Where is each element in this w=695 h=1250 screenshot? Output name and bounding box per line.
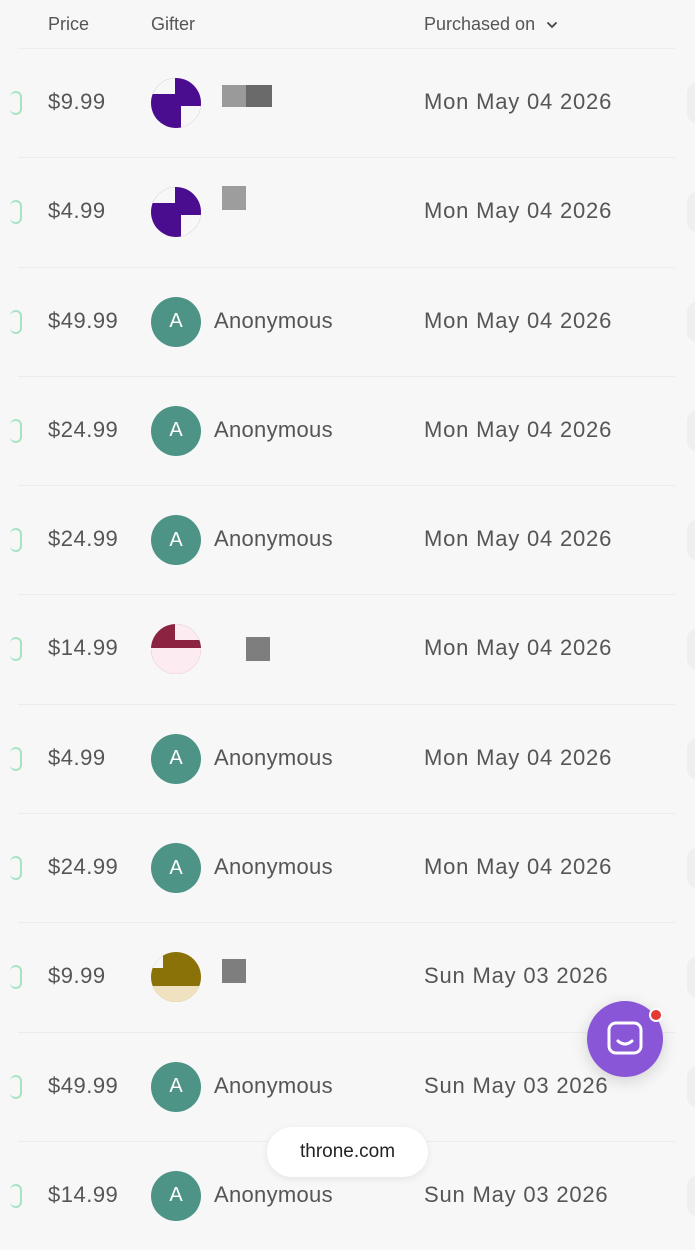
table-row[interactable]: $49.99 A Anonymous Mon May 04 2026 — [10, 266, 695, 376]
domain-label: throne.com — [299, 1141, 396, 1162]
table-row[interactable]: $49.99 A Anonymous Sun May 03 2026 — [10, 1031, 695, 1141]
price-cell: $4.99 — [48, 744, 106, 770]
avatar-initial: A — [169, 528, 183, 551]
table-row[interactable]: $9.99 Sun May 03 2026 — [10, 922, 695, 1031]
purchase-date-cell: Sun May 03 2026 — [424, 1072, 609, 1098]
avatar: A — [151, 296, 201, 347]
avatar-initial: A — [169, 1184, 183, 1207]
status-indicator — [10, 1074, 22, 1099]
status-indicator — [10, 200, 22, 225]
table-row[interactable]: $24.99 A Anonymous Mon May 04 2026 — [10, 813, 695, 922]
row-action-chip[interactable] — [687, 520, 695, 561]
avatar: A — [151, 515, 201, 566]
row-action-chip[interactable] — [687, 1175, 695, 1216]
row-action-chip[interactable] — [687, 83, 695, 123]
gifter-name-redacted — [222, 631, 270, 662]
avatar-initial: A — [169, 856, 183, 879]
gifter-name-redacted — [222, 186, 246, 211]
table-row[interactable]: $4.99 Mon May 04 2026 — [10, 157, 695, 266]
row-action-chip[interactable] — [687, 301, 695, 342]
row-action-chip[interactable] — [687, 192, 695, 233]
column-price-header: Price — [48, 14, 90, 34]
price-cell: $4.99 — [48, 198, 106, 224]
table-row[interactable]: $14.99 Mon May 04 2026 — [10, 594, 695, 703]
purchase-date-cell: Sun May 03 2026 — [424, 1181, 609, 1207]
price-cell: $14.99 — [48, 635, 119, 661]
status-indicator — [10, 1183, 22, 1208]
purchase-date-cell: Mon May 04 2026 — [424, 416, 613, 442]
gifter-name: Anonymous — [214, 1181, 333, 1207]
price-cell: $9.99 — [48, 963, 106, 989]
purchase-date-cell: Sun May 03 2026 — [424, 963, 609, 989]
purchase-date-cell: Mon May 04 2026 — [424, 89, 613, 114]
status-indicator — [10, 528, 22, 553]
status-indicator — [10, 746, 22, 771]
table-row[interactable]: $24.99 A Anonymous Mon May 04 2026 — [10, 375, 695, 485]
row-action-chip[interactable] — [687, 848, 695, 889]
avatar-initial: A — [169, 1075, 183, 1098]
avatar — [151, 624, 201, 675]
status-indicator — [10, 637, 22, 662]
status-indicator — [10, 856, 22, 881]
purchase-date-cell: Mon May 04 2026 — [424, 635, 613, 661]
price-cell: $9.99 — [48, 89, 106, 114]
column-purchased-on-sort[interactable]: Purchased on — [424, 14, 559, 35]
purchase-date-cell: Mon May 04 2026 — [424, 526, 613, 552]
status-indicator — [10, 965, 22, 990]
gifter-name-redacted — [222, 959, 246, 984]
table-header: Price Gifter Purchased on — [0, 0, 695, 48]
gifter-name: Anonymous — [214, 1072, 333, 1098]
price-cell: $14.99 — [48, 1181, 119, 1207]
purchase-date-cell: Mon May 04 2026 — [424, 307, 613, 333]
avatar: A — [151, 733, 201, 784]
gifter-name-redacted — [222, 85, 272, 107]
avatar: A — [151, 1061, 201, 1112]
avatar-initial: A — [169, 310, 183, 333]
gifter-name: Anonymous — [214, 416, 333, 442]
gifter-name: Anonymous — [214, 307, 333, 333]
status-indicator — [10, 309, 22, 334]
column-purchased-on-label: Purchased on — [424, 14, 536, 34]
chevron-down-icon — [547, 21, 557, 28]
table-row[interactable]: $24.99 A Anonymous Mon May 04 2026 — [10, 485, 695, 594]
notification-dot — [649, 1008, 663, 1022]
row-action-chip[interactable] — [687, 629, 695, 670]
gifter-name: Anonymous — [214, 854, 333, 880]
price-cell: $49.99 — [48, 1072, 119, 1098]
purchase-date-cell: Mon May 04 2026 — [424, 198, 613, 224]
table-row[interactable]: $9.99 Mon May 04 2026 — [10, 48, 695, 157]
gifter-name: Anonymous — [214, 526, 333, 552]
purchase-date-cell: Mon May 04 2026 — [424, 854, 613, 880]
domain-pill[interactable]: throne.com — [267, 1127, 428, 1177]
avatar: A — [151, 843, 201, 894]
table-row[interactable]: $4.99 A Anonymous Mon May 04 2026 — [10, 703, 695, 813]
avatar-initial: A — [169, 747, 183, 770]
price-cell: $24.99 — [48, 854, 119, 880]
column-gifter-header: Gifter — [151, 14, 196, 34]
avatar — [151, 78, 201, 128]
row-action-chip[interactable] — [687, 957, 695, 998]
avatar — [151, 952, 201, 1003]
row-action-chip[interactable] — [687, 1066, 695, 1107]
row-action-chip[interactable] — [687, 410, 695, 451]
gifts-table: Price Gifter Purchased on $9.99 Mon May 0… — [0, 0, 695, 1250]
status-indicator — [10, 418, 22, 443]
status-indicator — [10, 91, 22, 115]
row-action-chip[interactable] — [687, 738, 695, 779]
purchase-date-cell: Mon May 04 2026 — [424, 744, 613, 770]
table-body: $9.99 Mon May 04 2026 $4.99 Mon May 04 2026… — [0, 48, 695, 1250]
avatar: A — [151, 1170, 201, 1221]
avatar-initial: A — [169, 419, 183, 442]
avatar: A — [151, 405, 201, 456]
price-cell: $49.99 — [48, 307, 119, 333]
price-cell: $24.99 — [48, 526, 119, 552]
gifter-name: Anonymous — [214, 744, 333, 770]
price-cell: $24.99 — [48, 416, 119, 442]
avatar — [151, 187, 201, 238]
chat-bubble-icon — [607, 1021, 643, 1055]
